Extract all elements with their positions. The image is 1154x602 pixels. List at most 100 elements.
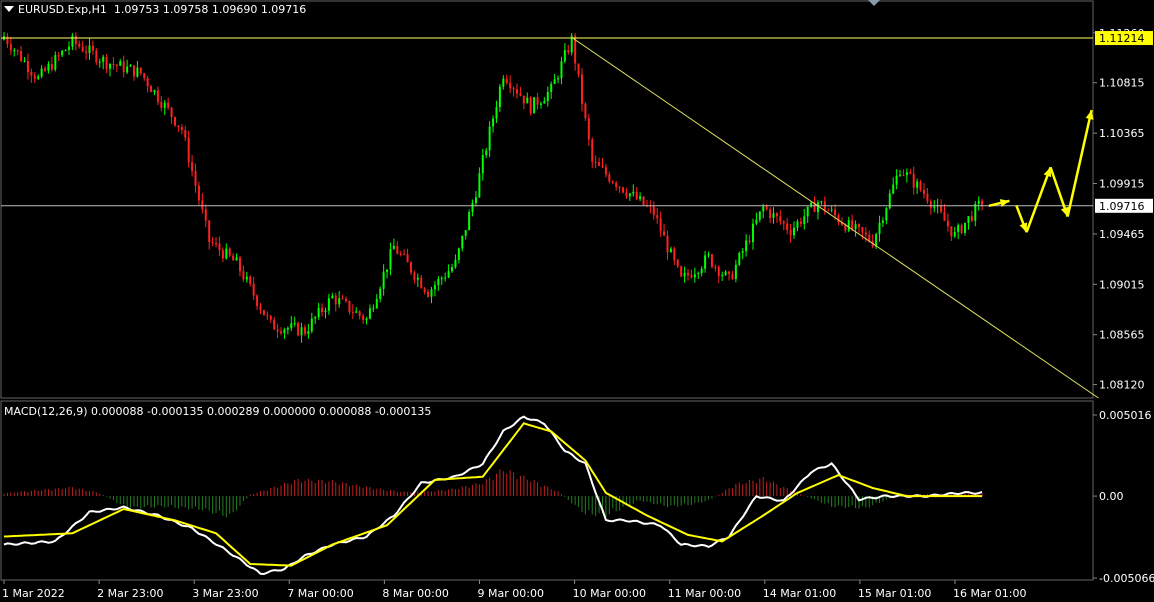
candle-body bbox=[519, 93, 522, 96]
candle-body bbox=[604, 167, 607, 175]
candle-body bbox=[177, 125, 180, 128]
candle-body bbox=[440, 278, 443, 280]
candle-body bbox=[782, 221, 785, 224]
candle-body bbox=[375, 298, 378, 309]
candle-body bbox=[67, 46, 70, 50]
time-tick-label: 9 Mar 00:00 bbox=[478, 587, 544, 600]
candle-body bbox=[50, 64, 53, 70]
candle-body bbox=[129, 65, 132, 67]
candle-body bbox=[498, 86, 501, 108]
candle-body bbox=[379, 288, 382, 299]
candle-body bbox=[468, 212, 471, 231]
candle-body bbox=[228, 248, 231, 256]
candle-body bbox=[905, 172, 908, 176]
candle-body bbox=[516, 89, 518, 94]
dropdown-triangle-icon[interactable] bbox=[4, 6, 14, 12]
candle-body bbox=[478, 173, 481, 198]
candle-body bbox=[300, 327, 303, 336]
candle-body bbox=[184, 130, 187, 138]
price-axis: 1.112601.108151.103651.099151.094651.090… bbox=[1093, 27, 1153, 392]
candle-body bbox=[13, 50, 16, 52]
candle-body bbox=[714, 266, 717, 268]
candle-body bbox=[396, 245, 399, 254]
candle-body bbox=[368, 308, 371, 319]
candle-body bbox=[33, 75, 36, 79]
price-tick-label: 1.10815 bbox=[1099, 77, 1145, 90]
candle-body bbox=[160, 101, 163, 108]
candle-body bbox=[307, 331, 310, 334]
candle-body bbox=[132, 65, 135, 77]
time-tick-label: 16 Mar 01:00 bbox=[953, 587, 1026, 600]
candle-body bbox=[902, 174, 905, 176]
candle-body bbox=[44, 68, 47, 71]
candle-body bbox=[738, 252, 741, 265]
candle-body bbox=[796, 221, 799, 228]
candle-body bbox=[953, 231, 956, 237]
candle-body bbox=[964, 222, 967, 233]
candle-body bbox=[30, 72, 33, 76]
candle-body bbox=[950, 226, 953, 237]
candle-body bbox=[197, 185, 200, 201]
price-tick-label: 1.09465 bbox=[1099, 228, 1145, 241]
candle-body bbox=[536, 97, 539, 105]
candle-body bbox=[881, 220, 884, 223]
candle-body bbox=[522, 95, 525, 104]
candle-body bbox=[242, 271, 245, 280]
candle-body bbox=[345, 299, 347, 301]
candle-body bbox=[622, 187, 625, 193]
candle-body bbox=[632, 191, 635, 194]
candle-body bbox=[208, 220, 211, 243]
candle-body bbox=[926, 193, 929, 202]
candle-body bbox=[341, 298, 344, 300]
candle-body bbox=[834, 209, 837, 216]
candle-body bbox=[858, 224, 860, 228]
candle-body bbox=[406, 254, 409, 263]
candle-body bbox=[6, 36, 9, 44]
candle-body bbox=[816, 202, 819, 213]
candle-body bbox=[112, 63, 115, 65]
candle-body bbox=[225, 248, 228, 259]
candle-body bbox=[245, 276, 248, 280]
candle-body bbox=[382, 271, 385, 289]
candle-body bbox=[211, 242, 214, 244]
candle-body bbox=[587, 118, 590, 140]
chart-canvas[interactable]: 1.112601.108151.103651.099151.094651.090… bbox=[0, 0, 1154, 602]
candle-body bbox=[303, 327, 306, 334]
candle-body bbox=[444, 277, 447, 279]
candle-body bbox=[717, 266, 720, 276]
candle-body bbox=[403, 254, 406, 256]
candle-body bbox=[960, 225, 963, 233]
candle-body bbox=[977, 200, 980, 204]
candle-body bbox=[697, 273, 700, 275]
candle-body bbox=[693, 274, 696, 278]
candle-body bbox=[327, 298, 330, 311]
candle-body bbox=[974, 203, 977, 221]
candle-body bbox=[409, 262, 412, 273]
candle-body bbox=[413, 272, 416, 280]
candle-body bbox=[618, 186, 621, 188]
candle-body bbox=[485, 150, 488, 156]
candle-body bbox=[146, 78, 149, 87]
candle-body bbox=[509, 82, 512, 89]
macd-tick-label: -0.005066 bbox=[1099, 572, 1154, 585]
candle-body bbox=[218, 243, 221, 251]
candle-body bbox=[286, 328, 289, 330]
candle-body bbox=[256, 295, 259, 307]
candle-body bbox=[119, 61, 122, 66]
ohlc-values: 1.09753 1.09758 1.09690 1.09716 bbox=[113, 3, 307, 16]
candle-body bbox=[652, 206, 655, 216]
price-tick-label: 1.08565 bbox=[1099, 329, 1145, 342]
candle-body bbox=[615, 183, 618, 187]
candle-body bbox=[580, 74, 583, 104]
candle-body bbox=[765, 206, 768, 210]
candle-body bbox=[471, 202, 474, 213]
candle-body bbox=[215, 243, 218, 245]
candle-body bbox=[447, 271, 450, 278]
candle-body bbox=[481, 155, 484, 174]
candle-body bbox=[543, 101, 546, 104]
time-tick-label: 7 Mar 00:00 bbox=[287, 587, 353, 600]
candle-body bbox=[351, 311, 354, 313]
candle-body bbox=[864, 232, 867, 235]
candle-body bbox=[416, 277, 419, 280]
chart-header: EURUSD.Exp,H1 1.09753 1.09758 1.09690 1.… bbox=[4, 3, 306, 16]
